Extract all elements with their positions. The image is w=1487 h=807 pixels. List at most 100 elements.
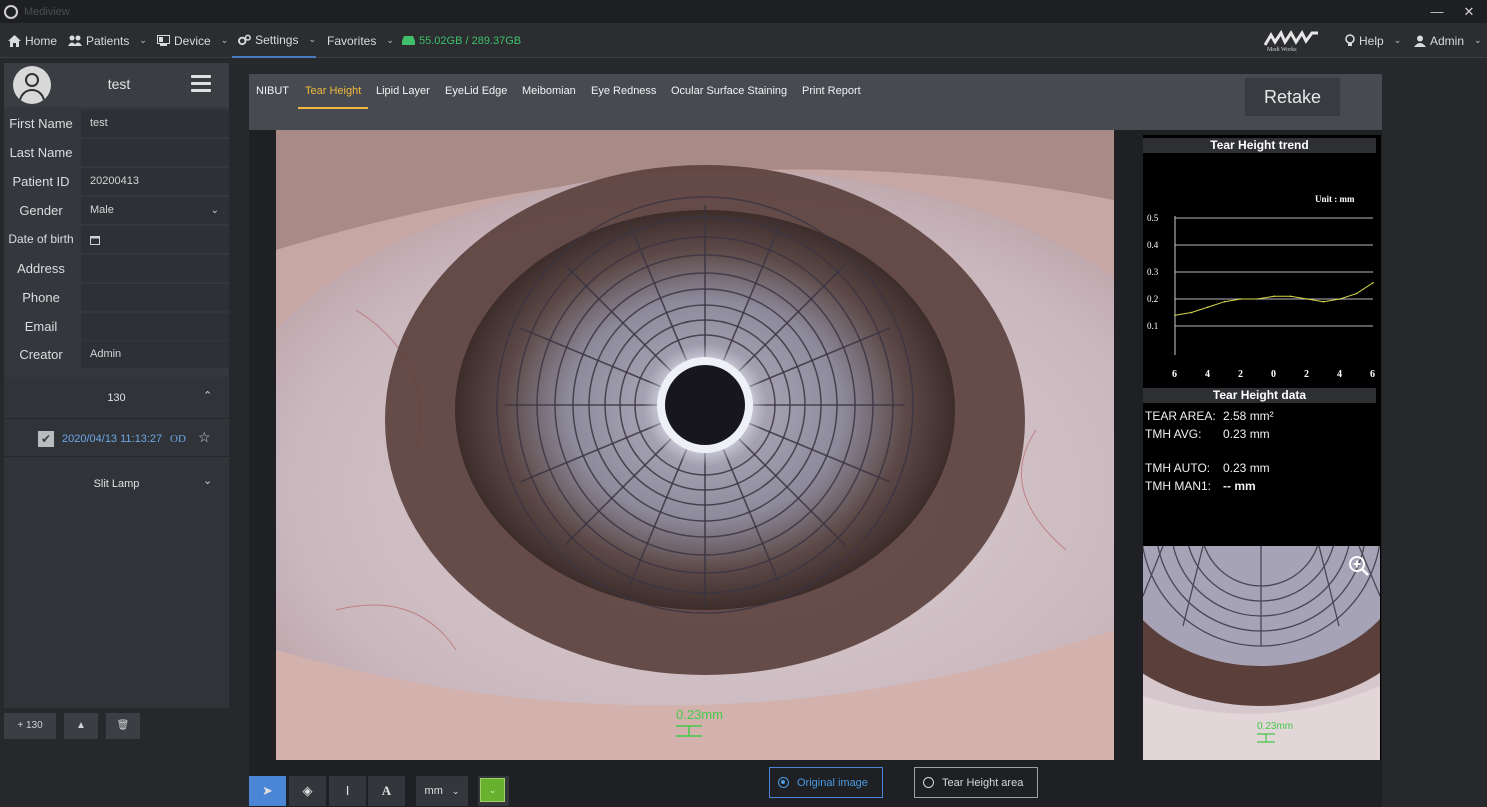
original-image-radio[interactable]: Original image bbox=[769, 767, 883, 798]
chevron-down-icon: ⌄ bbox=[308, 34, 316, 44]
creator-input[interactable]: Admin bbox=[81, 341, 229, 368]
chevron-down-icon: ⌄ bbox=[139, 35, 147, 45]
cursor-arrow-icon: ➤ bbox=[262, 783, 273, 798]
select-tool[interactable]: ➤ bbox=[249, 776, 286, 806]
data-title: Tear Height data bbox=[1143, 388, 1376, 403]
disk-icon bbox=[402, 36, 415, 45]
tab-tear-height[interactable]: Tear Height bbox=[298, 84, 369, 109]
phone-input[interactable] bbox=[81, 284, 229, 311]
svg-text:Medi Works: Medi Works bbox=[1267, 47, 1297, 53]
menu-help[interactable]: Help ⌄ bbox=[1345, 23, 1401, 58]
user-header: test bbox=[4, 63, 229, 107]
retake-button[interactable]: Retake bbox=[1245, 78, 1340, 116]
menu-settings[interactable]: Settings ⌄ bbox=[232, 23, 316, 58]
slit-lamp-label: Slit Lamp bbox=[93, 478, 140, 490]
measure-tool[interactable]: I bbox=[329, 776, 366, 806]
bottom-toolbar: ➤ ◈ I A mm ⌄ ⌄ Original image Tear Heigh… bbox=[249, 763, 1382, 807]
tear-height-panel: Tear Height trend Unit : mm 0.1 0.2 0.3 0.4… bbox=[1143, 135, 1381, 760]
minimize-button[interactable]: — bbox=[1422, 0, 1452, 23]
menu-help-label: Help bbox=[1359, 33, 1384, 48]
unit-select[interactable]: mm ⌄ bbox=[416, 776, 468, 806]
x-tick-label: 4 bbox=[1205, 369, 1210, 380]
trend-data-point bbox=[1322, 300, 1325, 303]
close-button[interactable]: ✕ bbox=[1454, 0, 1484, 23]
text-tool[interactable]: A bbox=[368, 776, 405, 806]
tmh-man1-value[interactable]: -- mm bbox=[1223, 479, 1256, 493]
original-image-label: Original image bbox=[797, 776, 868, 789]
first-name-input[interactable]: test bbox=[81, 110, 229, 137]
tmh-avg-row: TMH AVG: 0.23 mm bbox=[1145, 427, 1270, 441]
menu-home[interactable]: Home bbox=[8, 23, 57, 58]
tab-eyelid-edge[interactable]: EyeLid Edge bbox=[445, 84, 507, 108]
tab-lipid-layer[interactable]: Lipid Layer bbox=[376, 84, 430, 108]
gender-value: Male bbox=[90, 204, 114, 216]
trend-data-point bbox=[1256, 298, 1259, 300]
app-logo-icon bbox=[4, 4, 18, 19]
slit-lamp-header[interactable]: Slit Lamp ⌄ bbox=[4, 470, 229, 498]
gender-select[interactable]: Male ⌄ bbox=[81, 197, 229, 224]
menu-device-label: Device bbox=[174, 33, 211, 48]
main-area: NIBUT Tear Height Lipid Layer EyeLid Edg… bbox=[249, 74, 1382, 807]
x-tick-label: 2 bbox=[1304, 369, 1309, 380]
radio-dot-icon bbox=[778, 777, 789, 788]
triangle-up-icon: ▲ bbox=[76, 720, 86, 731]
trend-data-point bbox=[1339, 298, 1341, 300]
hamburger-menu-icon[interactable] bbox=[191, 75, 211, 93]
tab-print-report[interactable]: Print Report bbox=[802, 84, 861, 108]
menu-favorites[interactable]: Favorites ⌄ bbox=[327, 23, 394, 58]
record-checkbox[interactable]: ✔ bbox=[38, 431, 54, 447]
chevron-up-icon: ⌃ bbox=[203, 390, 213, 402]
address-input[interactable] bbox=[81, 255, 229, 282]
tear-height-area-label: Tear Height area bbox=[942, 776, 1024, 789]
eye-image[interactable]: 0.23mm bbox=[276, 130, 1114, 760]
menu-admin-label: Admin bbox=[1430, 33, 1465, 48]
field-label: Creator bbox=[19, 347, 63, 362]
add-record-button[interactable]: + 130 bbox=[4, 713, 56, 739]
avatar bbox=[13, 66, 51, 104]
field-label: Date of birth bbox=[8, 232, 74, 246]
i-beam-icon: I bbox=[345, 783, 350, 798]
chevron-down-icon: ⌄ bbox=[220, 35, 229, 45]
field-last-name: Last Name bbox=[4, 139, 229, 166]
field-patient-id: Patient ID 20200413 bbox=[4, 168, 229, 195]
tear-height-area-radio[interactable]: Tear Height area bbox=[914, 767, 1038, 798]
star-icon[interactable]: ☆ bbox=[198, 429, 211, 446]
x-tick-label: 6 bbox=[1370, 369, 1375, 380]
chevron-down-icon: ⌄ bbox=[451, 786, 460, 796]
zoom-in-icon[interactable] bbox=[1348, 555, 1370, 577]
menu-device[interactable]: Device ⌄ bbox=[157, 23, 228, 58]
field-label: First Name bbox=[9, 116, 73, 131]
measure-label: 0.23mm bbox=[676, 707, 723, 722]
tab-eye-redness[interactable]: Eye Redness bbox=[591, 84, 656, 108]
tear-area-row: TEAR AREA: 2.58 mm² bbox=[1145, 409, 1274, 423]
menu-patients-label: Patients bbox=[86, 33, 130, 48]
menu-admin[interactable]: Admin ⌄ bbox=[1414, 23, 1482, 58]
storage-indicator: 55.02GB / 289.37GB bbox=[402, 23, 521, 58]
x-tick-label: 0 bbox=[1271, 369, 1276, 380]
eraser-tool[interactable]: ◈ bbox=[289, 776, 326, 806]
delete-button[interactable]: 🗑 bbox=[106, 713, 140, 739]
patient-id-input[interactable]: 20200413 bbox=[81, 168, 229, 195]
tab-nibut[interactable]: NIBUT bbox=[256, 84, 289, 108]
date-of-birth-input[interactable] bbox=[81, 226, 229, 253]
record-group-header[interactable]: 130 ⌃ bbox=[4, 377, 229, 419]
list-item[interactable]: ✔ 2020/04/13 11:13:27 OD ☆ bbox=[4, 419, 229, 457]
email-input[interactable] bbox=[81, 313, 229, 340]
tab-meibomian[interactable]: Meibomian bbox=[522, 84, 576, 108]
record-date[interactable]: 2020/04/13 11:13:27 bbox=[62, 433, 162, 445]
last-name-input[interactable] bbox=[81, 139, 229, 166]
zoom-thumbnail[interactable]: 0.23mm bbox=[1143, 546, 1380, 760]
color-picker[interactable]: ⌄ bbox=[478, 776, 509, 806]
trend-title: Tear Height trend bbox=[1143, 138, 1376, 153]
upload-button[interactable]: ▲ bbox=[64, 713, 98, 739]
x-tick-label: 6 bbox=[1172, 369, 1177, 380]
calendar-icon[interactable] bbox=[90, 235, 100, 245]
thumb-measure-label: 0.23mm bbox=[1257, 721, 1293, 732]
chevron-down-icon: ⌄ bbox=[1393, 35, 1402, 45]
brand-logo: Medi Works bbox=[1263, 29, 1318, 53]
field-label: Patient ID bbox=[12, 174, 70, 189]
trend-data-point bbox=[1306, 298, 1308, 300]
tab-ocular-surface-staining[interactable]: Ocular Surface Staining bbox=[671, 84, 787, 108]
storage-text: 55.02GB / 289.37GB bbox=[419, 34, 522, 47]
menu-patients[interactable]: Patients ⌄ bbox=[68, 23, 147, 58]
